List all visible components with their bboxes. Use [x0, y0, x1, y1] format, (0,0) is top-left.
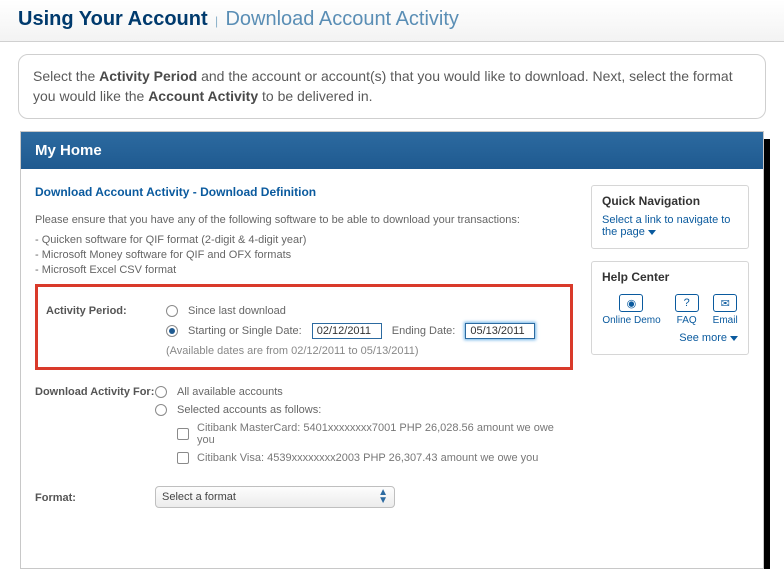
download-for-label: Download Activity For:	[35, 384, 155, 398]
online-demo-link[interactable]: ◉ Online Demo	[602, 294, 660, 326]
quick-navigation-link[interactable]: Select a link to navigate to the page	[602, 214, 730, 238]
camera-icon: ◉	[619, 294, 643, 312]
start-date-input[interactable]	[312, 323, 382, 339]
envelope-icon: ✉	[713, 294, 737, 312]
ending-date-label: Ending Date:	[392, 325, 456, 337]
title-separator: |	[211, 14, 222, 28]
page-title: Using Your Account	[18, 8, 208, 30]
help-intro: Please ensure that you have any of the f…	[35, 213, 573, 229]
activity-period-label: Activity Period:	[46, 303, 166, 317]
checkbox-account-2[interactable]	[177, 452, 189, 464]
radio-selected-accounts[interactable]	[155, 404, 167, 416]
format-select-value: Select a format	[162, 491, 236, 503]
opt-since-last-download: Since last download	[188, 305, 286, 317]
opt-date-range-prefix: Starting or Single Date:	[188, 325, 302, 337]
app-shell: My Home Download Account Activity - Down…	[20, 131, 764, 568]
radio-since-last-download[interactable]	[166, 305, 178, 317]
chevron-down-icon	[648, 230, 656, 235]
help-center-title: Help Center	[602, 270, 738, 284]
radio-all-accounts[interactable]	[155, 386, 167, 398]
see-more-link[interactable]: See more	[602, 332, 738, 344]
checkbox-account-1[interactable]	[177, 428, 189, 440]
section-title: Download Account Activity - Download Def…	[35, 185, 573, 199]
faq-link[interactable]: ? FAQ	[675, 294, 699, 326]
help-line-2: - Microsoft Money software for QIF and O…	[35, 248, 573, 263]
chevron-down-icon	[730, 336, 738, 341]
format-label: Format:	[35, 490, 155, 504]
page-header: Using Your Account | Download Account Ac…	[0, 0, 784, 42]
tab-my-home[interactable]: My Home	[21, 132, 763, 169]
updown-icon: ▲▼	[378, 489, 388, 505]
sidebar: Quick Navigation Select a link to naviga…	[591, 185, 749, 367]
account-2-label: Citibank Visa: 4539xxxxxxxx2003 PHP 26,3…	[197, 452, 538, 464]
page-subtitle: Download Account Activity	[225, 8, 458, 30]
account-1-label: Citibank MasterCard: 5401xxxxxxxx7001 PH…	[197, 422, 573, 446]
end-date-input[interactable]	[465, 323, 535, 339]
activity-period-highlight: Activity Period: Since last download Sta…	[35, 284, 573, 370]
main-column: Download Account Activity - Download Def…	[35, 185, 573, 507]
help-line-1: - Quicken software for QIF format (2-dig…	[35, 233, 573, 248]
radio-date-range[interactable]	[166, 325, 178, 337]
quick-navigation-card: Quick Navigation Select a link to naviga…	[591, 185, 749, 249]
instruction-box: Select the Activity Period and the accou…	[18, 54, 766, 119]
quick-navigation-title: Quick Navigation	[602, 194, 738, 208]
opt-selected-accounts: Selected accounts as follows:	[177, 404, 321, 416]
opt-all-accounts: All available accounts	[177, 386, 283, 398]
email-link[interactable]: ✉ Email	[713, 294, 738, 326]
lightbulb-icon: ?	[675, 294, 699, 312]
available-dates-note: (Available dates are from 02/12/2011 to …	[166, 345, 562, 357]
help-line-3: - Microsoft Excel CSV format	[35, 263, 573, 278]
format-select[interactable]: Select a format ▲▼	[155, 486, 395, 508]
help-center-card: Help Center ◉ Online Demo ? FAQ ✉ Email	[591, 261, 749, 355]
